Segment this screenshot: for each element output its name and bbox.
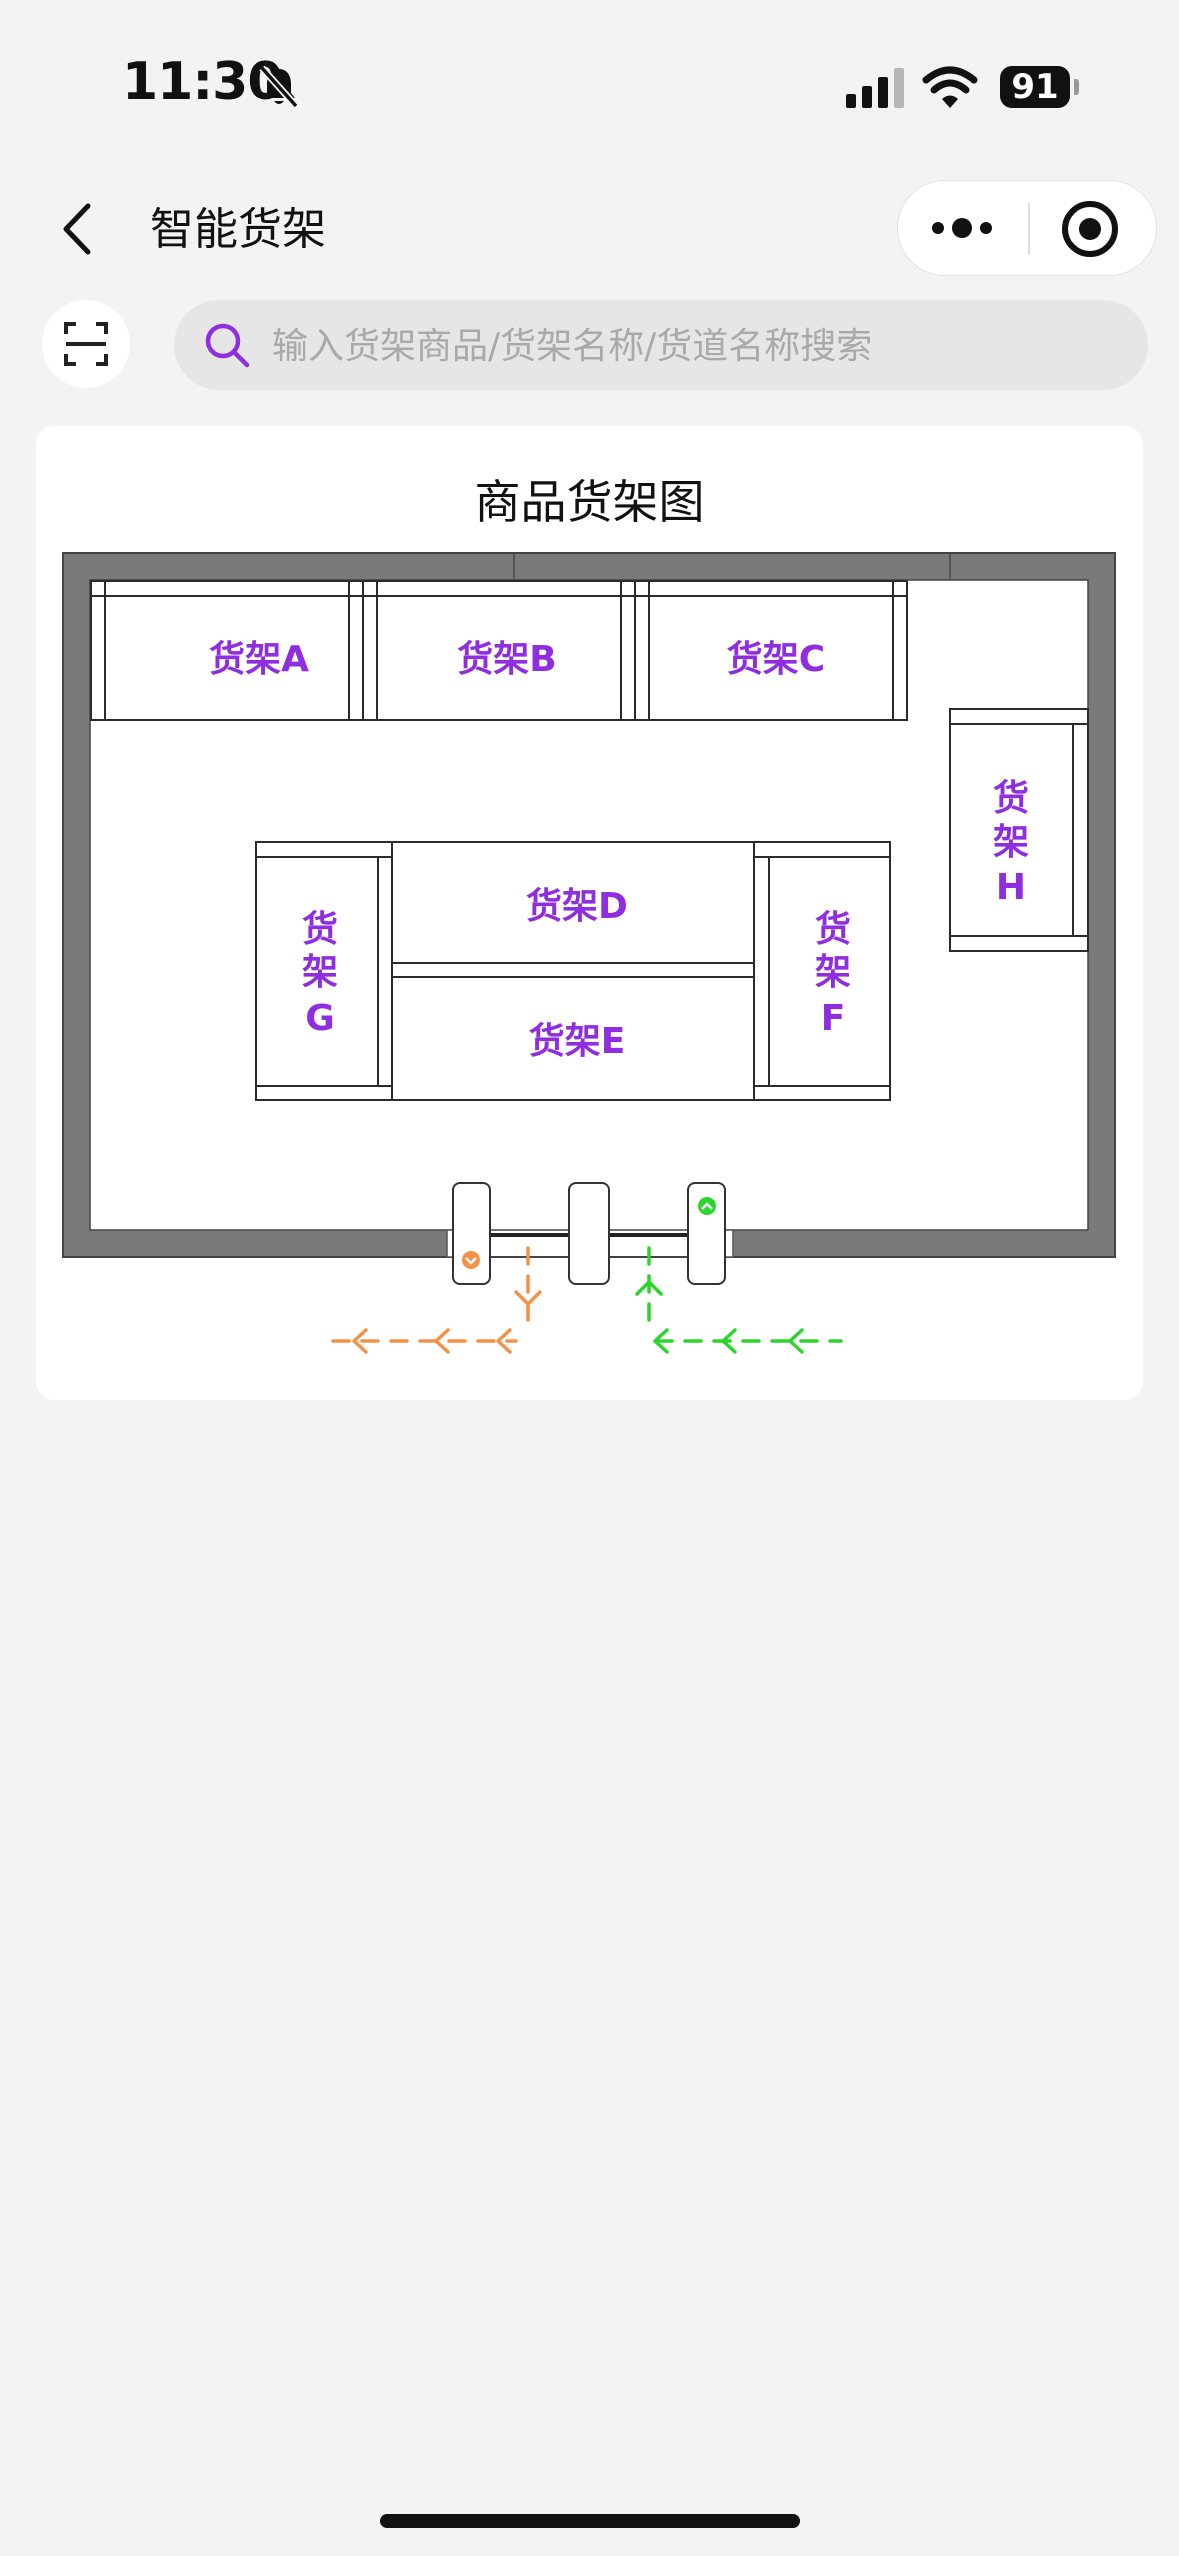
shelf-h-label-line: H bbox=[996, 867, 1026, 908]
entrance-gates bbox=[446, 1182, 734, 1285]
shelf-a-label: 货架A bbox=[209, 639, 309, 680]
battery-indicator: 91 bbox=[1000, 66, 1070, 108]
more-icon[interactable] bbox=[928, 199, 996, 257]
page-title: 智能货架 bbox=[150, 204, 326, 255]
screen: 11:30 91 智能货架 输入货架商品/货架名称/货道名称搜索 商品货架图 货… bbox=[0, 0, 1179, 2556]
bell-muted-icon bbox=[259, 65, 299, 109]
scan-button[interactable] bbox=[42, 300, 130, 388]
close-miniprogram-icon[interactable] bbox=[1058, 197, 1122, 261]
shelf-h-label-line: 货 bbox=[993, 778, 1029, 819]
wifi-icon bbox=[922, 66, 978, 108]
entry-gate-icon bbox=[698, 1197, 716, 1215]
shelf-c-label: 货架C bbox=[727, 639, 825, 680]
shelf-d-label: 货架D bbox=[526, 886, 628, 927]
scan-icon bbox=[64, 322, 108, 366]
battery-cap bbox=[1074, 79, 1079, 95]
shelf-g-label-line: G bbox=[305, 998, 335, 1039]
shelf-f-label-line: 货 bbox=[815, 909, 851, 950]
home-indicator bbox=[380, 2514, 800, 2528]
back-arrow-icon[interactable] bbox=[58, 202, 98, 256]
shelf-map-card: 商品货架图 货架A 货架B 货架C 货架D 货架E 货 架 G 货 架 F 货 … bbox=[36, 426, 1143, 1400]
search-input[interactable] bbox=[270, 300, 1124, 392]
capsule-divider bbox=[1028, 203, 1030, 255]
search-icon bbox=[205, 323, 250, 368]
shelf-e-label: 货架E bbox=[529, 1021, 626, 1062]
search-bar bbox=[174, 300, 1148, 392]
shelf-g-label-line: 货 bbox=[302, 909, 338, 950]
shelf-h-label-line: 架 bbox=[993, 822, 1029, 863]
miniprogram-capsule bbox=[897, 180, 1157, 276]
shelf-f-label-line: 架 bbox=[815, 952, 851, 993]
shelf-b-label: 货架B bbox=[457, 639, 556, 680]
entry-route-arrows bbox=[635, 1246, 843, 1354]
exit-gate-icon bbox=[462, 1251, 480, 1269]
shelf-g-label-line: 架 bbox=[302, 952, 338, 993]
shelf-f-label-line: F bbox=[821, 998, 846, 1039]
exit-route-arrows bbox=[331, 1246, 542, 1354]
shelf-floor-plan: 货架A 货架B 货架C 货架D 货架E 货 架 G 货 架 F 货 架 H bbox=[62, 552, 1116, 1354]
signal-icon bbox=[846, 68, 904, 108]
